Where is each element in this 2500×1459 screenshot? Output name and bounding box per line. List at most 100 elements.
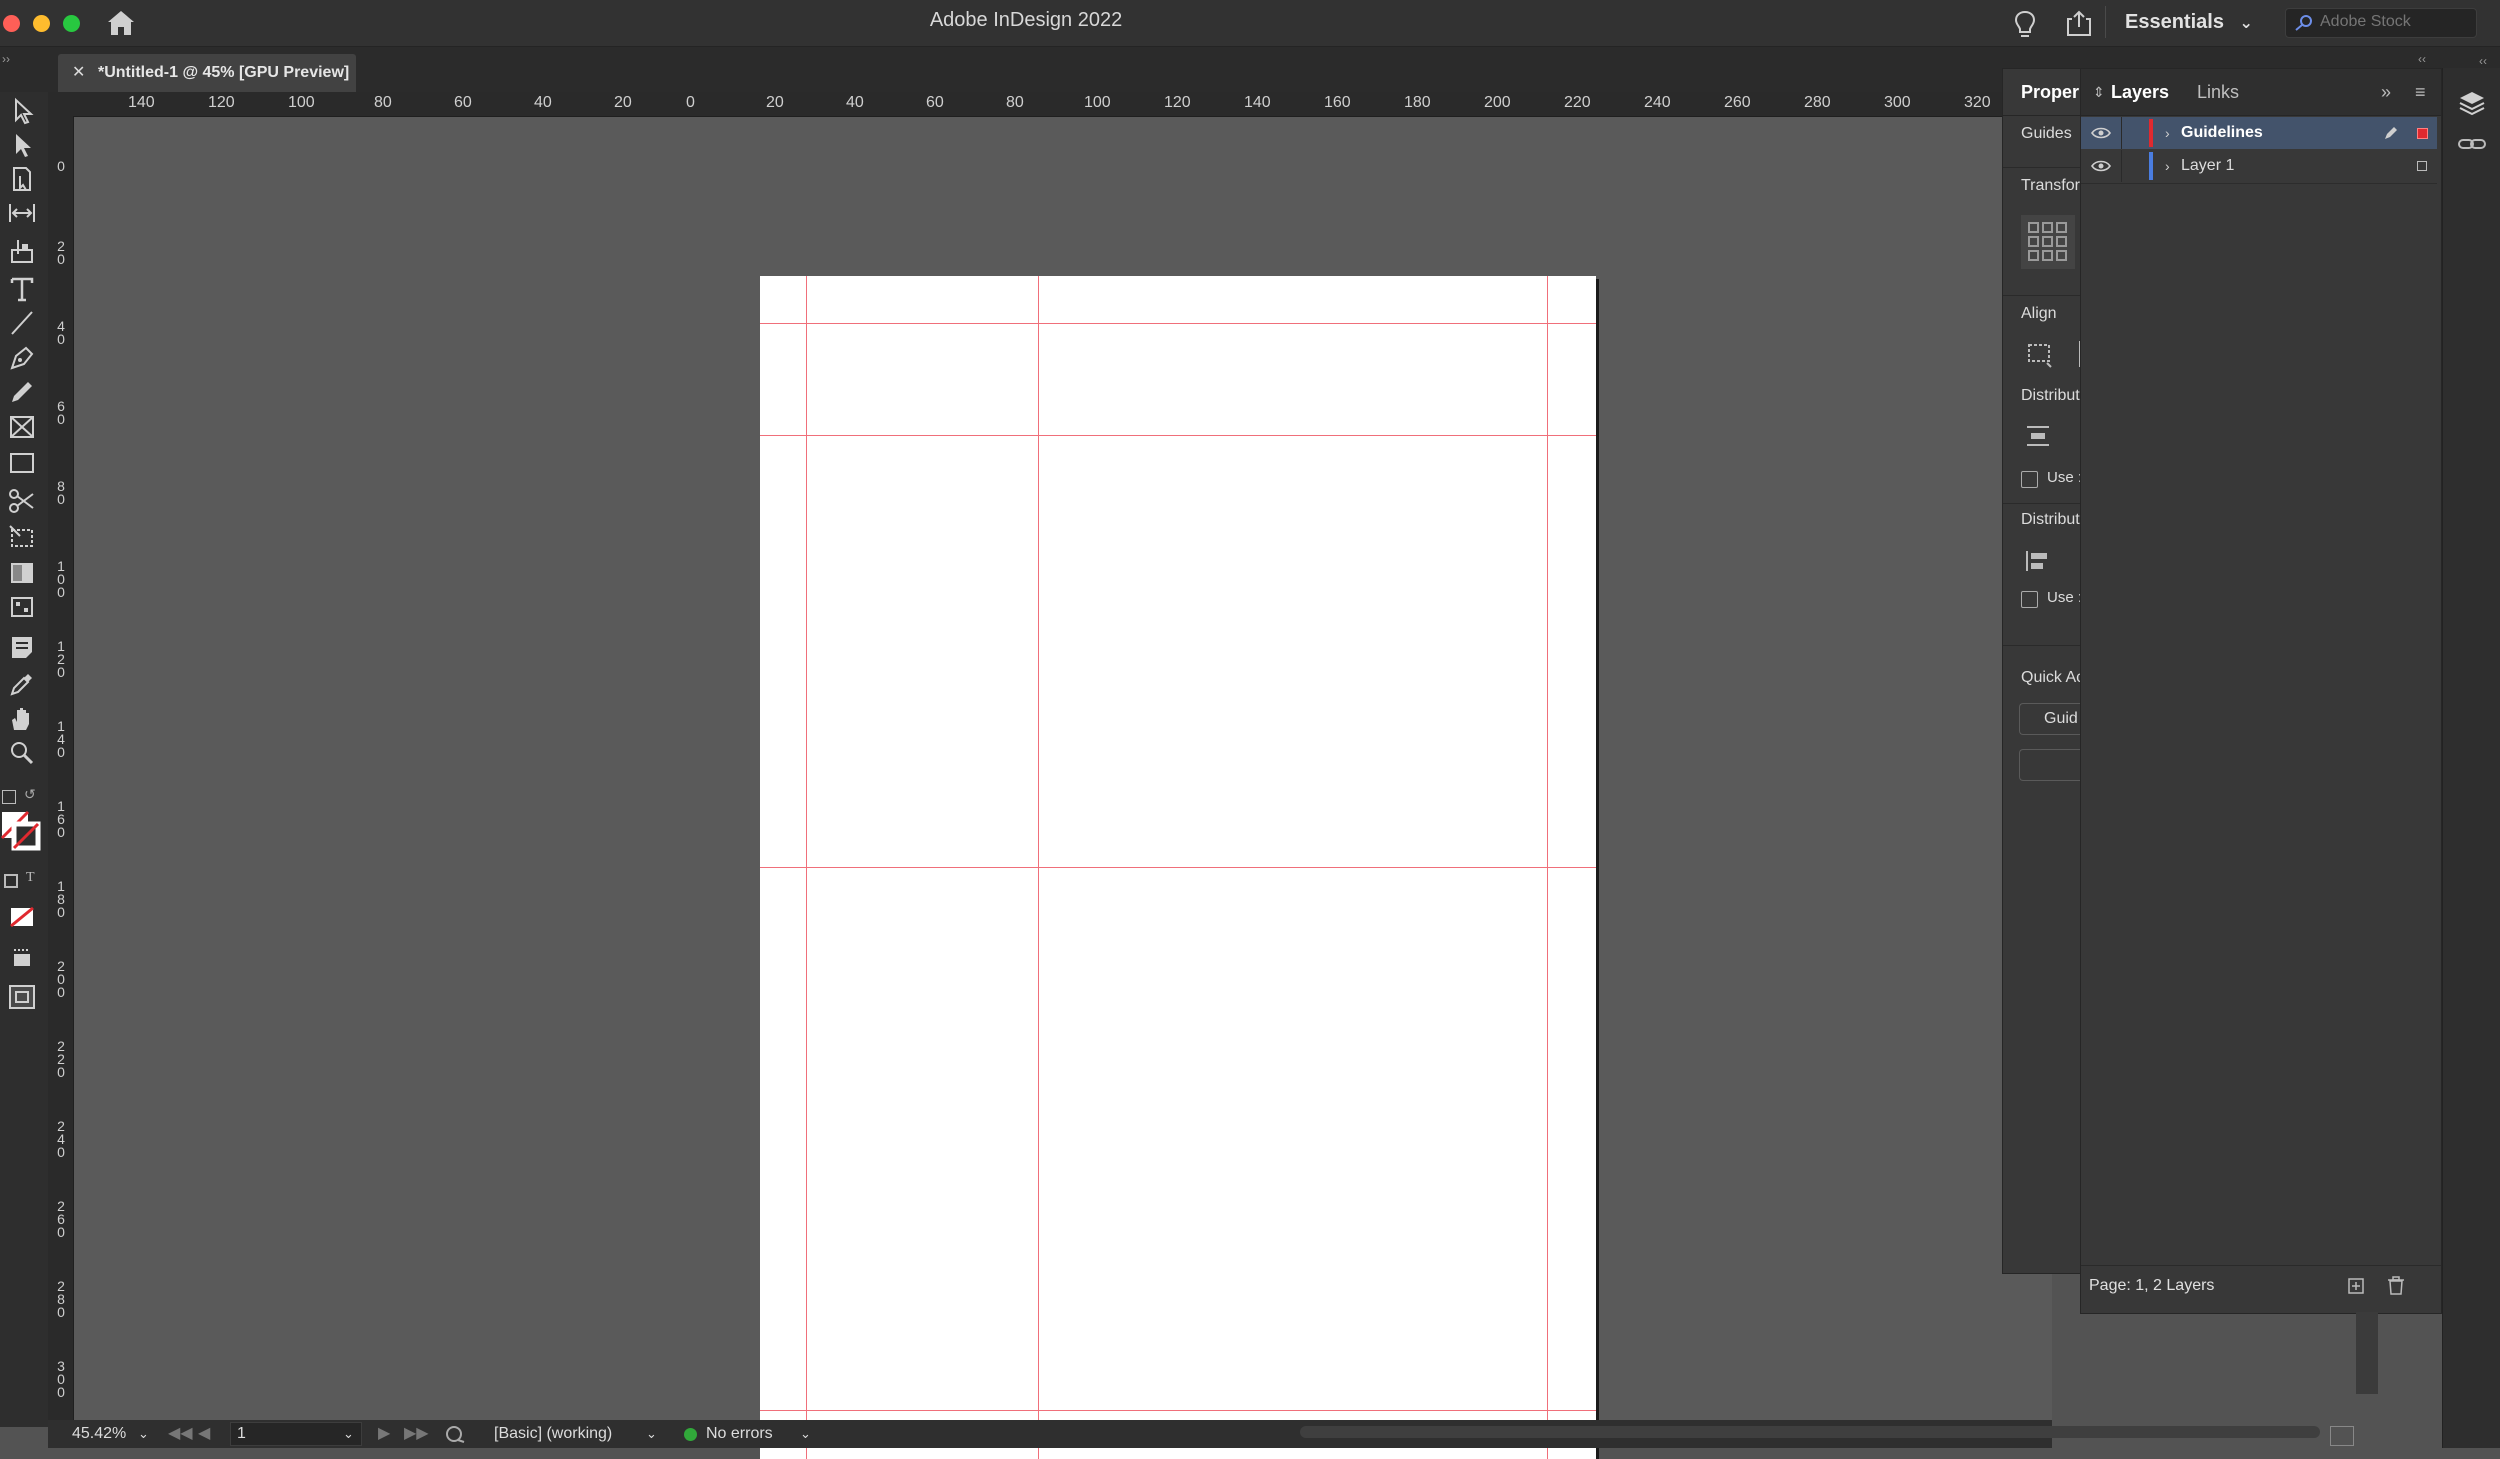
new-layer-icon[interactable] (2347, 1277, 2365, 1295)
share-button[interactable] (2064, 8, 2094, 38)
ruler-label: 100 (1084, 94, 1111, 111)
pasteboard[interactable] (74, 117, 2052, 1459)
distribute-top-icon[interactable] (2023, 423, 2053, 451)
guides-quick-action-button[interactable]: Guid (2019, 703, 2084, 735)
selection-square[interactable] (2417, 161, 2427, 171)
distribute-spacing-icon[interactable] (2023, 547, 2053, 575)
collapse-panel-icon[interactable]: » (2381, 69, 2391, 115)
layers-panel-icon[interactable] (2457, 88, 2487, 118)
content-collector-icon[interactable] (6, 236, 38, 266)
vertical-scrollbar[interactable] (2356, 1312, 2378, 1394)
gradient-swatch-tool-icon[interactable] (6, 558, 38, 588)
next-page-icon[interactable]: ▶ (378, 1420, 390, 1448)
horizontal-guide[interactable] (760, 435, 1596, 436)
selection-square[interactable] (2417, 128, 2428, 139)
tab-links[interactable]: Links (2197, 69, 2239, 115)
vertical-ruler[interactable]: 0 20 40 60 80 100 120 140 160 180 200 22… (48, 116, 74, 1426)
screen-mode-icon[interactable] (6, 944, 38, 974)
swap-fill-stroke-icon[interactable]: ↺ (24, 786, 36, 803)
apply-none-icon[interactable] (6, 902, 38, 932)
eyedropper-tool-icon[interactable] (6, 668, 38, 698)
last-page-icon[interactable]: ▶▶ (404, 1420, 429, 1448)
quick-action-button[interactable] (2019, 749, 2084, 781)
preview-mode-icon[interactable] (6, 982, 38, 1012)
horizontal-guide[interactable] (760, 323, 1596, 324)
document-tab[interactable]: ✕ *Untitled-1 @ 45% [GPU Preview] (58, 54, 356, 92)
note-tool-icon[interactable] (6, 632, 38, 662)
line-tool-icon[interactable] (6, 308, 38, 338)
split-layout-icon[interactable] (2330, 1426, 2354, 1446)
previous-page-icon[interactable]: ◀ (198, 1420, 210, 1448)
chevron-down-icon[interactable]: ⌄ (138, 1420, 149, 1448)
horizontal-guide[interactable] (760, 1410, 1596, 1411)
lock-column[interactable] (2121, 117, 2122, 149)
ruler-label: 20 (614, 94, 632, 111)
rectangle-tool-icon[interactable] (6, 448, 38, 478)
zoom-tool-icon[interactable] (6, 738, 38, 768)
discover-button[interactable] (2010, 8, 2040, 40)
ruler-label: 140 (1244, 94, 1271, 111)
scissors-tool-icon[interactable] (6, 486, 38, 516)
pen-target-icon (2385, 127, 2397, 139)
rectangle-frame-tool-icon[interactable] (6, 412, 38, 442)
divider (2081, 183, 2437, 184)
gradient-feather-tool-icon[interactable] (6, 592, 38, 622)
divider (2003, 645, 2083, 646)
panel-arrows-icon[interactable]: ⇕ (2093, 69, 2105, 115)
close-tab-icon[interactable]: ✕ (72, 54, 85, 92)
lightbulb-icon (2014, 10, 2036, 37)
visibility-eye-icon[interactable] (2091, 126, 2111, 140)
ruler-label: 20 (766, 94, 784, 111)
direct-selection-tool-icon[interactable] (6, 130, 38, 160)
reference-point-icon[interactable] (2021, 215, 2075, 269)
ruler-label: 80 (57, 478, 65, 507)
chevron-right-icon[interactable]: › (2165, 150, 2170, 182)
formatting-text-icon[interactable]: T (26, 870, 35, 886)
type-tool-icon[interactable] (6, 274, 38, 304)
zoom-level[interactable]: 45.42% (72, 1420, 126, 1448)
document-page[interactable] (760, 276, 1596, 1459)
chevron-down-icon[interactable]: ⌄ (646, 1420, 657, 1448)
collapse-toolbar-icon[interactable]: ›› (2, 52, 10, 66)
align-to-selection-icon[interactable] (2025, 341, 2055, 369)
pen-tool-icon[interactable] (6, 342, 38, 372)
layer-row-layer-1[interactable]: › Layer 1 (2081, 150, 2437, 182)
collapse-panels-icon[interactable]: ‹‹ (2418, 52, 2426, 66)
layer-row-guidelines[interactable]: › Guidelines (2081, 117, 2437, 149)
workspace-label: Essentials (2125, 11, 2224, 33)
selection-tool-icon[interactable] (6, 96, 38, 126)
lock-column[interactable] (2121, 150, 2122, 182)
gap-tool-icon[interactable] (6, 198, 38, 228)
hand-tool-icon[interactable] (6, 704, 38, 734)
preflight-status[interactable]: No errors (706, 1420, 773, 1448)
stock-search-input[interactable] (2320, 9, 2470, 35)
horizontal-guide[interactable] (760, 867, 1596, 868)
collapse-dock-icon[interactable]: ‹‹ (2479, 54, 2487, 68)
preflight-profile[interactable]: [Basic] (working) (494, 1420, 612, 1448)
first-page-icon[interactable]: ◀◀ (168, 1420, 193, 1448)
use-spacing-checkbox[interactable] (2021, 591, 2038, 608)
panel-menu-icon[interactable]: ≡ (2415, 69, 2426, 115)
chevron-right-icon[interactable]: › (2165, 117, 2170, 149)
use-spacing-checkbox[interactable] (2021, 471, 2038, 488)
links-panel-icon[interactable] (2457, 132, 2487, 156)
chevron-down-icon[interactable]: ⌄ (343, 1423, 354, 1445)
layers-footer: Page: 1, 2 Layers (2081, 1265, 2441, 1306)
default-fill-stroke-icon[interactable] (2, 790, 16, 804)
horizontal-ruler[interactable]: 140 120 100 80 60 40 20 0 20 40 60 80 10… (48, 92, 2052, 117)
chevron-down-icon[interactable]: ⌄ (800, 1420, 811, 1448)
free-transform-tool-icon[interactable] (6, 522, 38, 552)
adobe-stock-search[interactable] (2285, 8, 2477, 38)
visibility-eye-icon[interactable] (2091, 159, 2111, 173)
workspace-switcher[interactable]: Essentials ⌄ (2125, 0, 2253, 44)
pencil-tool-icon[interactable] (6, 376, 38, 406)
properties-tab[interactable]: Proper (2003, 69, 2083, 116)
fill-stroke-swatch-icon[interactable] (0, 810, 42, 852)
trash-icon[interactable] (2387, 1276, 2405, 1296)
formatting-container-icon[interactable] (4, 874, 18, 888)
page-field[interactable]: 1 ⌄ (230, 1422, 362, 1446)
horizontal-scrollbar[interactable] (1300, 1426, 2320, 1438)
tab-layers[interactable]: Layers (2111, 69, 2169, 115)
page-tool-icon[interactable] (6, 164, 38, 194)
open-page-icon[interactable] (444, 1424, 466, 1444)
